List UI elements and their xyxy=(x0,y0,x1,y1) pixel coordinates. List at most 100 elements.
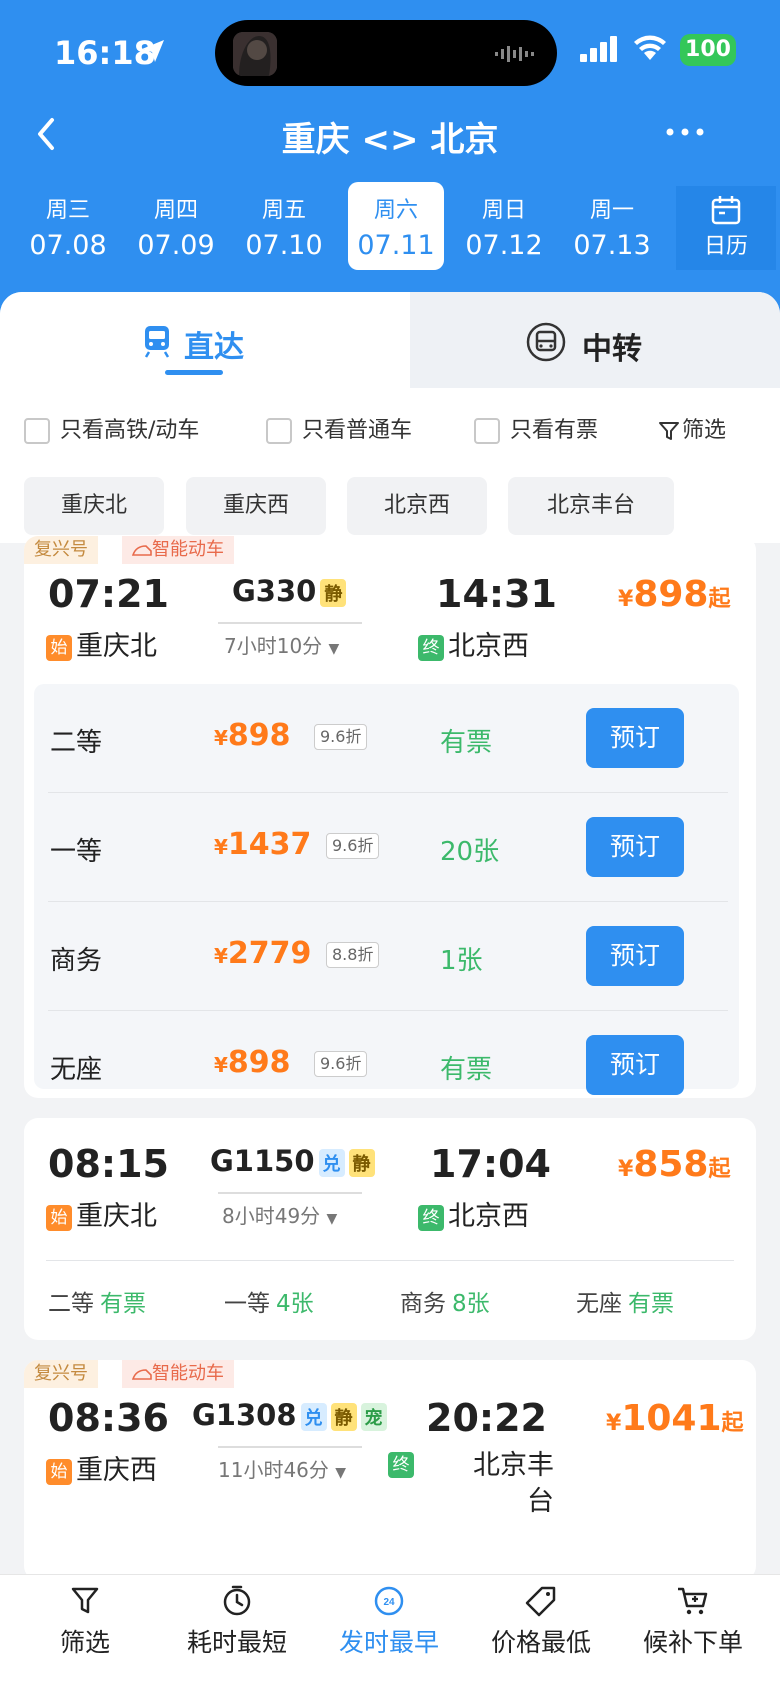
page-title: 重庆 <> 北京 xyxy=(281,120,499,160)
wifi-icon xyxy=(634,35,666,60)
cellular-signal-icon xyxy=(580,36,617,62)
arrival-station-name: 北京丰台 xyxy=(473,1450,554,1517)
discount-badge: 9.6折 xyxy=(326,833,380,859)
train-number: G1150 兑静 xyxy=(210,1144,375,1178)
filter-gaotie-checkbox[interactable]: 只看高铁/动车 xyxy=(24,416,199,446)
seat-summary: 商务 8张 xyxy=(400,1291,490,1317)
back-chevron-icon[interactable] xyxy=(30,114,64,154)
sort-earliest-button[interactable]: 24 发时最早 xyxy=(314,1585,464,1659)
seat-summary: 无座 有票 xyxy=(576,1291,674,1317)
train-number: G1308 兑静宠 xyxy=(192,1398,387,1432)
station-chip[interactable]: 重庆北 xyxy=(24,477,164,535)
date-tab[interactable]: 周日 07.12 xyxy=(456,182,552,270)
departure-station: 始重庆北 xyxy=(46,1194,157,1233)
seat-list: 二等 ¥898 9.6折 有票 预订 一等 ¥1437 9.6折 20张 预订 … xyxy=(34,684,739,1095)
status-bar: 16:18 100 xyxy=(0,0,780,104)
train-card[interactable]: 复兴号 智能动车 08:36 G1308 兑静宠 11小时46分 ▼ 20:22 … xyxy=(24,1360,756,1580)
book-button[interactable]: 预订 xyxy=(586,817,684,877)
route-line xyxy=(218,1192,362,1194)
filter-icon xyxy=(659,422,679,440)
train-number: G330 静 xyxy=(232,574,347,608)
book-button[interactable]: 预订 xyxy=(586,1035,684,1095)
departure-time: 07:21 xyxy=(48,572,169,616)
filter-button[interactable]: 筛选 xyxy=(658,416,726,446)
duration[interactable]: 8小时49分 ▼ xyxy=(222,1200,337,1229)
seat-row: 无座 ¥898 9.6折 有票 预订 xyxy=(34,1011,739,1098)
tab-underline xyxy=(165,370,223,375)
sort-shortest-button[interactable]: 耗时最短 xyxy=(162,1585,312,1659)
more-icon[interactable] xyxy=(664,118,706,146)
arrival-time: 17:04 xyxy=(430,1142,551,1186)
route-line xyxy=(218,1446,362,1448)
tag-smart-emu: 智能动车 xyxy=(122,1360,234,1388)
exchange-badge: 兑 xyxy=(318,1149,345,1177)
seat-row: 二等 ¥898 9.6折 有票 预订 xyxy=(34,684,739,792)
arrival-station: 终 xyxy=(388,1448,418,1479)
tag-fuxing: 复兴号 xyxy=(24,536,98,564)
station-chip[interactable]: 北京西 xyxy=(347,477,487,535)
filter-putong-checkbox[interactable]: 只看普通车 xyxy=(266,416,412,446)
train-card[interactable]: 08:15 G1150 兑静 8小时49分 ▼ 17:04 ¥858起 始重庆北 … xyxy=(24,1118,756,1340)
date-tab-selected[interactable]: 周六 07.11 xyxy=(348,182,444,270)
quiet-badge: 静 xyxy=(330,1403,357,1431)
avatar xyxy=(233,32,277,76)
arrival-station: 终北京西 xyxy=(418,1194,529,1233)
date-tab[interactable]: 周三 07.08 xyxy=(20,182,116,270)
header: 16:18 100 重庆 <> 北京 周三 07.08 周四 07.09 周五 07.… xyxy=(0,0,780,320)
duration[interactable]: 11小时46分 ▼ xyxy=(218,1454,346,1483)
24h-icon: 24 xyxy=(374,1586,404,1616)
station-chip[interactable]: 重庆西 xyxy=(186,477,326,535)
tab-transfer-label: 中转 xyxy=(582,332,642,367)
quiet-badge: 静 xyxy=(348,1149,375,1177)
min-price: ¥1041起 xyxy=(606,1398,744,1439)
calendar-button[interactable]: 日历 xyxy=(676,186,776,270)
price-tag-icon xyxy=(525,1586,556,1617)
min-price: ¥898起 xyxy=(618,574,731,615)
smart-train-icon xyxy=(131,545,152,556)
station-chip[interactable]: 北京丰台 xyxy=(508,477,674,535)
exchange-badge: 兑 xyxy=(300,1403,327,1431)
sort-filter-button[interactable]: 筛选 xyxy=(10,1585,160,1659)
waitlist-order-button[interactable]: 候补下单 xyxy=(618,1585,768,1659)
filter-youpiao-checkbox[interactable]: 只看有票 xyxy=(474,416,598,446)
duration[interactable]: 7小时10分 ▼ xyxy=(224,630,339,659)
bottom-toolbar: 筛选 耗时最短 24 发时最早 价格最低 候补下单 xyxy=(0,1574,780,1692)
filter-row: 只看高铁/动车 只看普通车 只看有票 筛选 xyxy=(0,388,780,463)
date-tab[interactable]: 周五 07.10 xyxy=(236,182,332,270)
cart-icon xyxy=(678,1587,708,1615)
arrival-time: 14:31 xyxy=(436,572,557,616)
tab-transfer[interactable]: 中转 xyxy=(400,292,780,388)
date-tab[interactable]: 周一 07.13 xyxy=(564,182,660,270)
battery-indicator: 100 xyxy=(680,34,736,66)
tab-direct[interactable]: 直达 xyxy=(0,292,410,388)
pet-badge: 宠 xyxy=(360,1403,387,1431)
tab-direct-label: 直达 xyxy=(184,330,244,365)
departure-time: 08:15 xyxy=(48,1142,169,1186)
min-price: ¥858起 xyxy=(618,1144,731,1185)
departure-time: 08:36 xyxy=(48,1396,169,1440)
dynamic-island xyxy=(215,20,557,86)
train-card[interactable]: 复兴号 智能动车 07:21 G330 静 7小时10分 ▼ 14:31 ¥898… xyxy=(24,536,756,1098)
tag-fuxing: 复兴号 xyxy=(24,1360,98,1388)
filter-icon xyxy=(71,1587,99,1614)
discount-badge: 9.6折 xyxy=(314,1051,368,1077)
date-tab[interactable]: 周四 07.09 xyxy=(128,182,224,270)
seat-row: 一等 ¥1437 9.6折 20张 预订 xyxy=(34,793,739,901)
location-arrow-icon xyxy=(142,40,164,62)
arrival-time: 20:22 xyxy=(426,1396,547,1440)
results-panel: 中转 直达 只看高铁/动车 只看普通车 只看有票 筛选 重庆北 重庆西 北京西 … xyxy=(0,292,780,1691)
book-button[interactable]: 预订 xyxy=(586,708,684,768)
sort-cheapest-button[interactable]: 价格最低 xyxy=(466,1585,616,1659)
seat-row: 商务 ¥2779 8.8折 1张 预订 xyxy=(34,902,739,1010)
book-button[interactable]: 预订 xyxy=(586,926,684,986)
train-icon xyxy=(144,326,170,358)
tag-smart-emu: 智能动车 xyxy=(122,536,234,564)
discount-badge: 8.8折 xyxy=(326,942,380,968)
audio-wave-icon xyxy=(495,46,534,62)
seat-summary: 一等 4张 xyxy=(224,1291,314,1317)
station-chips: 重庆北 重庆西 北京西 北京丰台 xyxy=(0,463,780,543)
calendar-label: 日历 xyxy=(703,234,748,259)
departure-station: 始重庆北 xyxy=(46,624,157,663)
quiet-badge: 静 xyxy=(320,579,347,607)
date-selector: 周三 07.08 周四 07.09 周五 07.10 周六 07.11 周日 07.12 … xyxy=(12,182,672,274)
